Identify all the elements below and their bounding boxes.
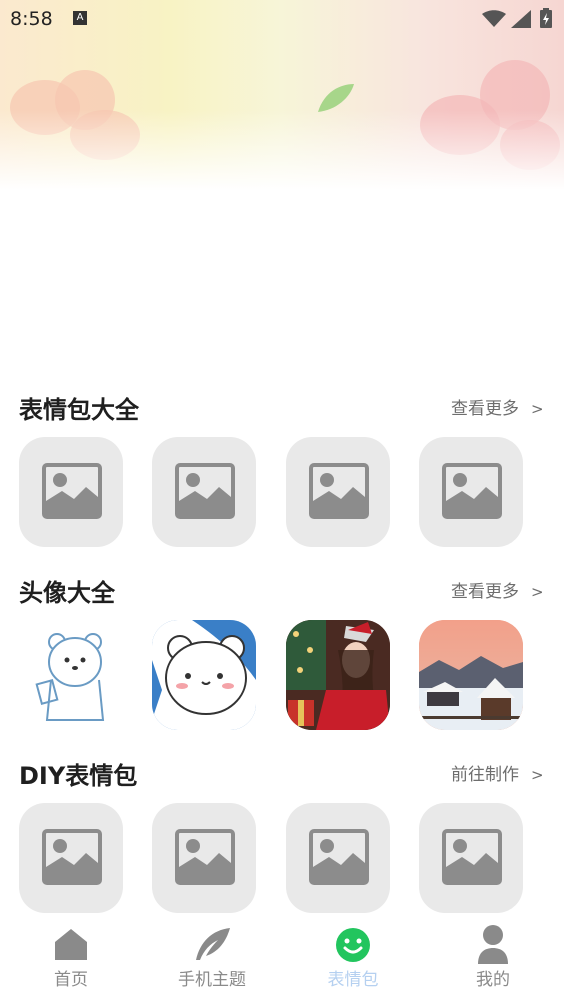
see-more-label: 查看更多 (451, 582, 519, 602)
user-icon (478, 925, 508, 964)
snow-cabin-image (419, 620, 523, 730)
emoji-thumbnail[interactable] (419, 437, 523, 547)
chevron-right-icon: > (531, 400, 544, 418)
section-title-diy: DIY表情包 (19, 762, 138, 790)
image-placeholder-icon (442, 829, 502, 885)
image-placeholder-icon (309, 463, 369, 519)
diy-thumbnail[interactable] (286, 803, 390, 913)
diy-thumbnail[interactable] (419, 803, 523, 913)
diy-thumbnail[interactable] (19, 803, 123, 913)
image-placeholder-icon (42, 829, 102, 885)
emoji-thumbnail[interactable] (152, 437, 256, 547)
avatar-thumbnail[interactable] (286, 620, 390, 730)
avatar-thumbnail[interactable] (419, 620, 523, 730)
signal-icon (511, 10, 531, 28)
nav-home-label: 首页 (54, 970, 88, 990)
see-more-avatar-link[interactable]: 查看更多 > (451, 577, 544, 602)
bear-drawing-image (35, 633, 105, 721)
image-placeholder-icon (175, 829, 235, 885)
chevron-right-icon: > (531, 583, 544, 601)
emoji-thumbnail[interactable] (286, 437, 390, 547)
smiley-icon (336, 928, 370, 962)
status-time: 8:58 (10, 8, 53, 30)
notification-a-icon: A (73, 11, 87, 25)
image-placeholder-icon (309, 829, 369, 885)
diy-thumbnail[interactable] (152, 803, 256, 913)
image-placeholder-icon (175, 463, 235, 519)
section-title-avatar: 头像大全 (19, 579, 115, 607)
wifi-icon (482, 10, 506, 27)
chevron-right-icon: > (531, 766, 544, 784)
status-bar: 8:58 A (0, 0, 564, 36)
nav-themes[interactable]: 手机主题 (162, 920, 262, 1004)
nav-profile-label: 我的 (476, 970, 510, 990)
christmas-photo-image (286, 620, 390, 730)
section-title-emoji: 表情包大全 (19, 396, 139, 424)
emoji-thumbnail[interactable] (19, 437, 123, 547)
feather-icon (196, 928, 230, 960)
avatar-thumbnail[interactable] (152, 620, 256, 730)
avatar-thumbnail[interactable] (19, 620, 123, 730)
go-create-link[interactable]: 前往制作 > (451, 760, 544, 785)
see-more-emoji-link[interactable]: 查看更多 > (451, 394, 544, 419)
bottom-nav: 首页 手机主题 表情包 我的 (0, 920, 564, 1004)
go-create-label: 前往制作 (451, 765, 519, 785)
battery-icon (540, 8, 552, 28)
image-placeholder-icon (442, 463, 502, 519)
nav-emoji[interactable]: 表情包 (303, 920, 403, 1004)
bear-blue-image (152, 620, 256, 730)
nav-emoji-label: 表情包 (327, 970, 379, 990)
image-placeholder-icon (42, 463, 102, 519)
see-more-label: 查看更多 (451, 399, 519, 419)
nav-home[interactable]: 首页 (21, 920, 121, 1004)
nav-themes-label: 手机主题 (178, 970, 246, 990)
home-icon (55, 929, 87, 960)
nav-profile[interactable]: 我的 (443, 920, 543, 1004)
